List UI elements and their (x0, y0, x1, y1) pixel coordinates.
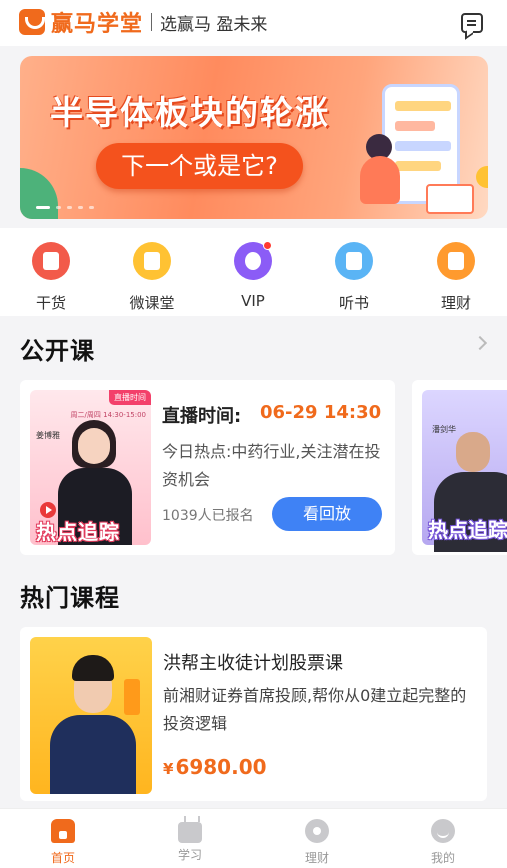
teacher-name: 潘剑华 (432, 425, 456, 434)
logo-icon (19, 9, 45, 35)
course-description: 前湘财证券首席投顾,帮你从0建立起完整的投资逻辑 (163, 686, 467, 733)
teacher-hair (72, 655, 114, 681)
notification-dot (263, 241, 272, 250)
category-label: VIP (241, 292, 265, 310)
category-label: 微课堂 (129, 294, 175, 312)
carousel-dot[interactable] (78, 206, 83, 209)
category-label: 理财 (440, 294, 471, 312)
course-title: 洪帮主收徒计划股票课 (163, 653, 343, 674)
course-thumbnail[interactable]: 直播时间 周二/周四 14:30-15:00 姜博雅 热点追踪 (30, 390, 151, 545)
icon-glyph (245, 252, 261, 270)
carousel-indicator[interactable] (36, 206, 94, 209)
teacher-body (50, 715, 136, 794)
tab-label: 我的 (430, 851, 455, 865)
carousel-dot[interactable] (67, 206, 72, 209)
tv-icon (133, 242, 171, 280)
tab-profile[interactable]: 我的 (413, 819, 473, 866)
category-label: 听书 (338, 294, 369, 312)
vip-icon (234, 241, 272, 280)
phone-block (395, 141, 451, 151)
icon-glyph (144, 252, 160, 270)
category-micro-class[interactable]: 微课堂 (122, 242, 182, 313)
leaf-decoration (20, 168, 58, 219)
thumb-banner-text: 热点追踪 (36, 520, 120, 544)
tab-label: 理财 (304, 851, 329, 865)
thumb-banner-text: 热点追踪 (428, 518, 507, 542)
course-price: ¥6980.00 (163, 755, 267, 779)
tab-label: 首页 (50, 851, 75, 865)
live-course-card[interactable]: 潘剑华 热点追踪 (412, 380, 507, 555)
public-courses-title: 公开课 (20, 337, 95, 365)
teacher-photo (78, 428, 110, 464)
app-header: 赢马学堂 选赢马 盈未来 (0, 0, 507, 46)
book-icon (335, 242, 373, 280)
category-dry-goods[interactable]: 干货 (21, 242, 81, 313)
category-nav: 干货 微课堂 VIP 听书 理财 (0, 228, 507, 316)
carousel-dot[interactable] (36, 206, 50, 209)
logo-divider (151, 13, 153, 31)
promo-banner[interactable]: 半导体板块的轮涨 下一个或是它? (20, 56, 488, 219)
tab-label: 学习 (177, 848, 202, 862)
slogan: 选赢马 盈未来 (160, 14, 268, 35)
teacher-photo (456, 432, 490, 472)
category-audiobook[interactable]: 听书 (324, 242, 384, 313)
chevron-right-icon[interactable] (472, 335, 488, 351)
thumb-tag (124, 679, 140, 715)
banner-subtitle: 下一个或是它? (96, 143, 303, 189)
live-time-label: 直播时间: (162, 406, 242, 427)
carousel-dot[interactable] (56, 206, 61, 209)
finance-icon (305, 819, 329, 843)
course-description: 今日热点:中药行业,关注潜在投资机会 (162, 442, 381, 489)
banner-title: 半导体板块的轮涨 (50, 93, 330, 132)
icon-glyph (346, 252, 362, 270)
category-vip[interactable]: VIP (223, 241, 283, 310)
tab-home[interactable]: 首页 (33, 819, 93, 866)
person-illustration (360, 156, 400, 204)
live-time-tag: 直播时间 (109, 390, 151, 405)
tab-study[interactable]: 学习 (160, 819, 220, 863)
hot-course-card[interactable]: 洪帮主收徒计划股票课 前湘财证券首席投顾,帮你从0建立起完整的投资逻辑 ¥698… (20, 627, 487, 801)
course-thumbnail[interactable] (30, 637, 152, 794)
hot-courses-title: 热门课程 (20, 584, 120, 612)
document-icon (32, 242, 70, 280)
phone-block (395, 161, 441, 171)
bottom-tab-bar: 首页 学习 理财 我的 (0, 808, 507, 868)
thumb-schedule: 周二/周四 14:30-15:00 (70, 411, 146, 419)
course-thumbnail[interactable]: 潘剑华 热点追踪 (422, 390, 507, 552)
carousel-dot[interactable] (89, 206, 94, 209)
icon-glyph (43, 252, 59, 270)
category-label: 干货 (35, 294, 66, 312)
coin-illustration (476, 166, 488, 188)
profile-icon (431, 819, 455, 843)
brand-logo: 赢马学堂 选赢马 盈未来 (19, 6, 267, 38)
phone-block (395, 121, 435, 131)
teacher-name: 姜博雅 (36, 431, 60, 440)
home-icon (51, 819, 75, 843)
category-finance[interactable]: 理财 (426, 242, 486, 313)
phone-block (395, 101, 451, 111)
icon-glyph (448, 252, 464, 270)
live-course-card[interactable]: 直播时间 周二/周四 14:30-15:00 姜博雅 热点追踪 直播时间: 06… (20, 380, 395, 555)
chart-illustration (426, 184, 474, 214)
tv-icon (178, 822, 202, 843)
watch-replay-button[interactable]: 看回放 (272, 497, 382, 531)
logo-text: 赢马学堂 (51, 12, 144, 37)
wallet-icon (437, 242, 475, 280)
message-icon[interactable] (461, 13, 483, 33)
price-value: 6980.00 (175, 755, 267, 779)
tab-finance[interactable]: 理财 (287, 819, 347, 866)
currency-symbol: ¥ (163, 760, 174, 778)
enroll-count: 1039人已报名 (162, 508, 254, 524)
live-time-value: 06-29 14:30 (260, 402, 382, 423)
